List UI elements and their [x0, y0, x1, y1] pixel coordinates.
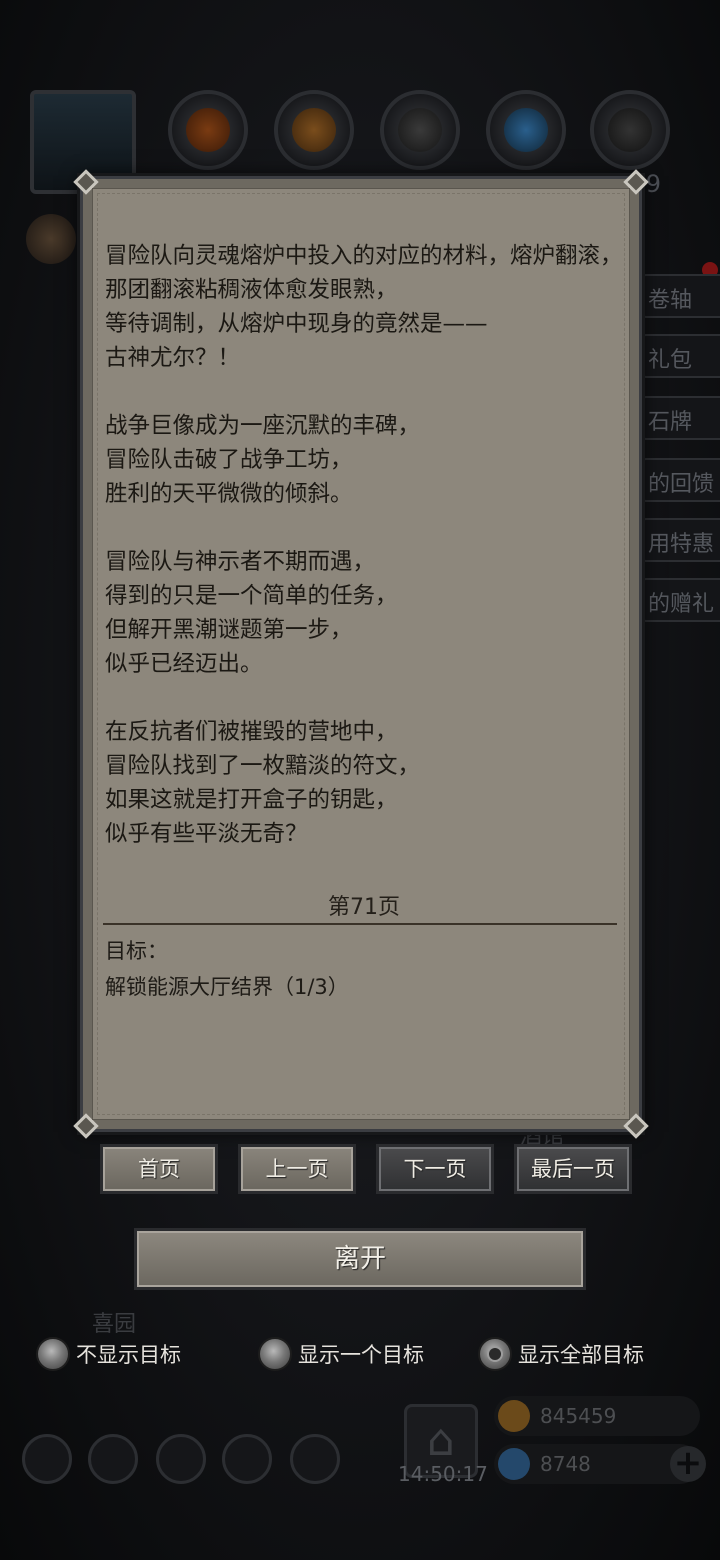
garden-label: 喜园: [92, 1312, 137, 1337]
wood-resource-icon: [274, 90, 354, 170]
achievement-icon: [290, 1434, 340, 1484]
side-menu-deal: 用特惠: [640, 518, 720, 562]
ore-resource-icon: [168, 90, 248, 170]
journal-icon: [156, 1434, 206, 1484]
gold-coin-icon: [498, 1400, 530, 1432]
page-divider: [103, 923, 617, 925]
add-currency-button: +: [670, 1446, 706, 1482]
mail-icon: [222, 1434, 272, 1484]
gem-value: 8748: [540, 1452, 591, 1476]
page-number: 第71页: [328, 895, 400, 920]
first-page-button[interactable]: 首页: [100, 1144, 218, 1194]
leave-button[interactable]: 离开: [134, 1228, 586, 1290]
clock: 14:50:17: [398, 1462, 488, 1486]
side-menu-scroll: 卷轴: [640, 274, 720, 318]
settings-icon: [22, 1434, 72, 1484]
side-menu-gift: 的赠礼: [640, 578, 720, 622]
side-menu-reward: 的回馈: [640, 458, 720, 502]
gold-counter: 845459: [494, 1396, 700, 1436]
journal-panel: 冒险队向灵魂熔炉中投入的对应的材料，熔炉翻滚，那团翻滚粘稠液体愈发眼熟， 等待调…: [73, 169, 649, 1139]
stone-resource-icon: [590, 90, 670, 170]
radio-icon: [258, 1337, 292, 1371]
radio-hide-goals[interactable]: 不显示目标: [36, 1336, 181, 1372]
radio-label: 显示一个目标: [298, 1343, 424, 1367]
side-menu-tablet: 石牌: [640, 396, 720, 440]
goal-label: 目标：: [105, 939, 168, 963]
story-text: 冒险队向灵魂熔炉中投入的对应的材料，熔炉翻滚，那团翻滚粘稠液体愈发眼熟， 等待调…: [105, 243, 623, 847]
radio-icon: [36, 1337, 70, 1371]
radio-show-one-goal[interactable]: 显示一个目标: [258, 1336, 424, 1372]
goal-text: 解锁能源大厅结界（1/3）: [105, 975, 349, 999]
hammer-icon: [26, 214, 76, 264]
iron-resource-icon: [380, 90, 460, 170]
last-page-button[interactable]: 最后一页: [514, 1144, 632, 1194]
radio-show-all-goals[interactable]: 显示全部目标: [478, 1336, 644, 1372]
gem-icon: [498, 1448, 530, 1480]
skill-icon: [88, 1434, 138, 1484]
radio-selected-icon: [478, 1337, 512, 1371]
radio-label: 不显示目标: [76, 1343, 181, 1367]
prev-page-button[interactable]: 上一页: [238, 1144, 356, 1194]
crystal-resource-icon: [486, 90, 566, 170]
next-page-button[interactable]: 下一页: [376, 1144, 494, 1194]
gold-value: 845459: [540, 1404, 617, 1428]
side-menu-pack: 礼包: [640, 334, 720, 378]
radio-label: 显示全部目标: [518, 1343, 644, 1367]
